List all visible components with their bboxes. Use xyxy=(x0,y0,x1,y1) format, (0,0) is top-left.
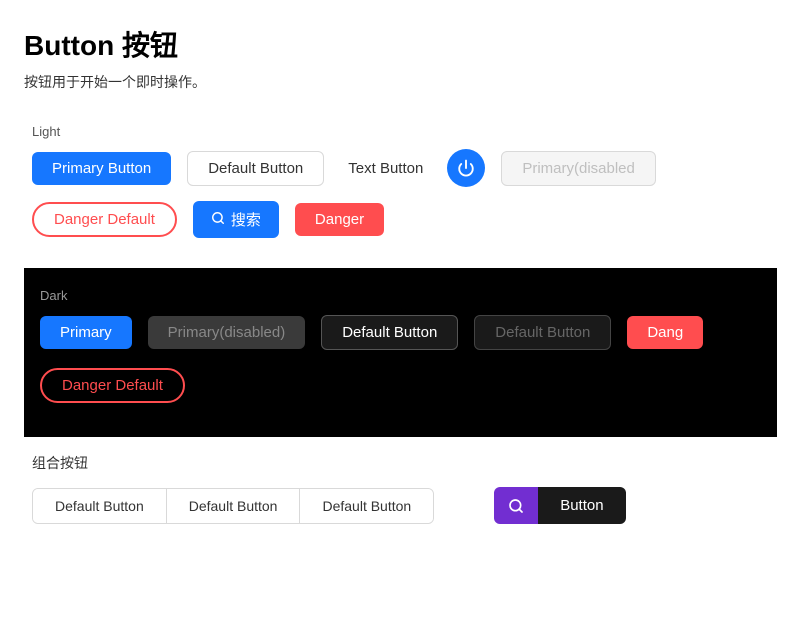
dark-danger-default-button[interactable]: Danger Default xyxy=(40,368,185,403)
light-label: Light xyxy=(32,124,769,139)
combo-button-2[interactable]: Default Button xyxy=(167,489,301,523)
dark-default-button-1[interactable]: Default Button xyxy=(321,315,458,350)
search-button[interactable]: 搜索 xyxy=(193,201,279,238)
dark-row-1: Primary Primary(disabled) Default Button… xyxy=(40,315,761,350)
light-section: Light Primary Button Default Button Text… xyxy=(24,108,777,268)
text-button[interactable]: Text Button xyxy=(340,152,431,185)
primary-button[interactable]: Primary Button xyxy=(32,152,171,185)
dark-row-2: Danger Default xyxy=(40,364,761,403)
combo-row: Default Button Default Button Default Bu… xyxy=(32,487,769,524)
button-group: Default Button Default Button Default Bu… xyxy=(32,488,434,524)
combo-search-icon-button[interactable] xyxy=(494,487,538,524)
dark-default-button-2[interactable]: Default Button xyxy=(474,315,611,350)
combo-search-icon xyxy=(508,498,524,514)
default-button[interactable]: Default Button xyxy=(187,151,324,186)
combo-button-1[interactable]: Default Button xyxy=(33,489,167,523)
combo-section: 组合按钮 Default Button Default Button Defau… xyxy=(24,437,777,540)
combo-button-label[interactable]: Button xyxy=(538,487,625,524)
dark-primary-button[interactable]: Primary xyxy=(40,316,132,349)
dark-danger-button[interactable]: Dang xyxy=(627,316,703,349)
light-row-2: Danger Default 搜索 Danger xyxy=(32,201,769,238)
power-icon xyxy=(447,149,485,187)
light-row-1: Primary Button Default Button Text Butto… xyxy=(32,149,769,187)
page-subtitle: 按钮用于开始一个即时操作。 xyxy=(24,72,777,92)
dark-primary-disabled-button: Primary(disabled) xyxy=(148,316,306,349)
search-icon xyxy=(211,211,225,229)
power-icon-button[interactable] xyxy=(447,149,485,187)
danger-default-button[interactable]: Danger Default xyxy=(32,202,177,237)
combo-button-3[interactable]: Default Button xyxy=(300,489,433,523)
search-label: 搜索 xyxy=(231,209,261,230)
danger-button[interactable]: Danger xyxy=(295,203,384,236)
dark-label: Dark xyxy=(40,288,761,303)
primary-disabled-button: Primary(disabled xyxy=(501,151,656,186)
page-title: Button 按钮 xyxy=(24,24,777,64)
dark-section: Dark Primary Primary(disabled) Default B… xyxy=(24,268,777,437)
search-button-combo: Button xyxy=(494,487,625,524)
combo-label: 组合按钮 xyxy=(32,453,769,473)
